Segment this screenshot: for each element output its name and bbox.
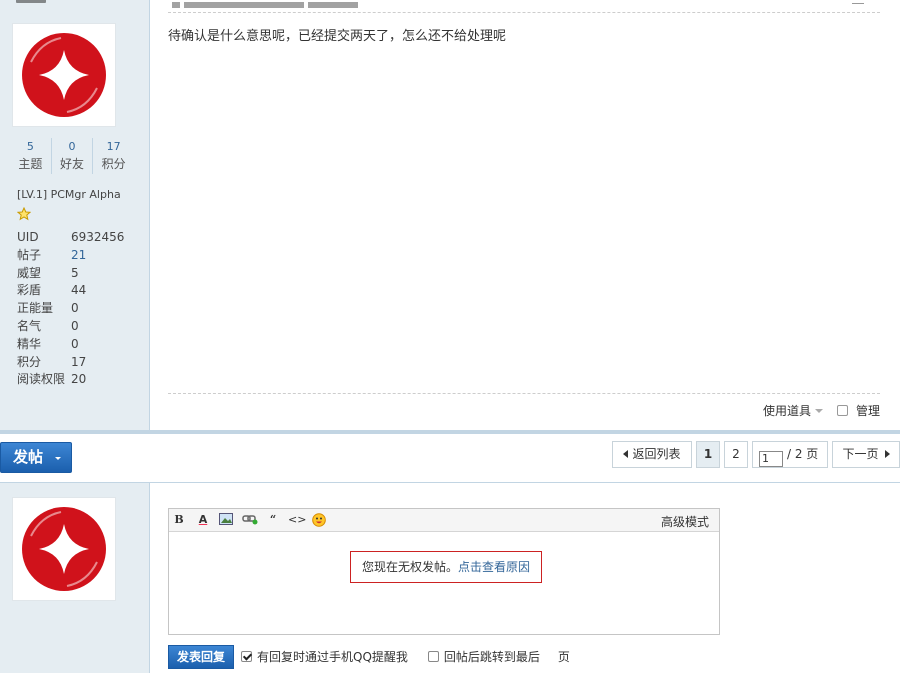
star-icon: [17, 207, 31, 221]
manage-label[interactable]: 管理: [856, 402, 880, 419]
page-1-current[interactable]: 1: [696, 441, 720, 468]
code-icon[interactable]: <>: [288, 513, 306, 527]
info-value: 44: [71, 283, 87, 298]
logo-icon: [22, 33, 106, 117]
info-key: 正能量: [17, 301, 54, 316]
post: 5 主题 0 好友 17 积分 [LV.1] PCMgr Alpha UID 6…: [0, 0, 900, 432]
info-value: 20: [71, 372, 87, 387]
info-key: UID: [17, 230, 39, 244]
bold-icon[interactable]: B: [171, 513, 187, 527]
post-tools: 使用道具 管理: [763, 402, 880, 419]
info-value-posts-link[interactable]: 21: [71, 246, 86, 264]
link-icon[interactable]: [242, 513, 258, 527]
reply-sidebar: [0, 483, 150, 673]
stat-friends[interactable]: 0 好友: [50, 138, 93, 174]
page-jump: 1 / 2 页: [752, 441, 828, 468]
arrow-left-icon: [623, 450, 629, 458]
info-row-essence: 精华 0: [17, 335, 137, 353]
info-key: 精华: [17, 336, 42, 351]
editor-toolbar: B A “ <> 高级模式: [169, 509, 719, 532]
emoji-icon[interactable]: [311, 513, 327, 527]
info-value: 0: [71, 318, 79, 333]
info-key: 威望: [17, 265, 42, 280]
author-stats: 5 主题 0 好友 17 积分: [10, 138, 134, 174]
stat-topics[interactable]: 5 主题: [10, 138, 51, 174]
stat-points-label[interactable]: 积分: [93, 156, 134, 172]
author-sidebar: 5 主题 0 好友 17 积分 [LV.1] PCMgr Alpha UID 6…: [0, 0, 150, 432]
image-icon[interactable]: [218, 513, 234, 527]
quote-icon[interactable]: “: [265, 513, 281, 527]
no-permission-notice: 您现在无权发帖。点击查看原因: [350, 551, 542, 583]
info-value: 0: [71, 336, 79, 351]
info-row-shields: 彩盾 44: [17, 281, 137, 299]
author-name-stub[interactable]: [16, 0, 46, 3]
reply-editor: B A “ <> 高级模式 您现在无权发帖。点击查看原因: [168, 508, 720, 635]
user-rank: [LV.1] PCMgr Alpha: [17, 188, 121, 201]
new-post-label: 发帖: [13, 448, 44, 466]
jump-last-checkbox[interactable]: [427, 651, 439, 662]
post-content: 待确认是什么意思呢，已经提交两天了，怎么还不给处理呢: [168, 29, 507, 44]
info-row-posts: 帖子 21: [17, 246, 137, 264]
view-reason-link[interactable]: 点击查看原因: [458, 560, 530, 574]
info-row-prestige: 威望 5: [17, 264, 137, 282]
page-total: / 2 页: [787, 447, 819, 461]
post-main: 待确认是什么意思呢，已经提交两天了，怎么还不给处理呢 使用道具 管理: [150, 0, 900, 432]
stat-topics-count[interactable]: 5: [10, 138, 51, 156]
manage-checkbox[interactable]: [836, 405, 848, 416]
qq-notify-option[interactable]: 有回复时通过手机QQ提醒我: [241, 648, 408, 665]
page-2-link[interactable]: 2: [724, 441, 748, 468]
back-label: 返回列表: [632, 447, 681, 461]
back-to-list-button[interactable]: 返回列表: [612, 441, 692, 468]
stat-friends-label[interactable]: 好友: [52, 156, 93, 172]
floor-number-stub[interactable]: [852, 0, 864, 4]
submit-reply-button[interactable]: 发表回复: [168, 645, 234, 669]
qq-notify-label: 有回复时通过手机QQ提醒我: [257, 650, 408, 664]
page-suffix: 页: [557, 650, 570, 664]
footer-divider: [168, 393, 880, 394]
info-row-points: 积分 17: [17, 353, 137, 371]
stat-points-count[interactable]: 17: [93, 138, 134, 156]
chevron-down-icon: [55, 457, 61, 460]
jump-last-label: 回帖后跳转到最后: [443, 650, 540, 664]
page-jump-input[interactable]: 1: [759, 451, 783, 467]
section-divider: [0, 430, 900, 434]
next-page-button[interactable]: 下一页: [832, 441, 900, 468]
logo-icon: [22, 507, 106, 591]
stat-points[interactable]: 17 积分: [92, 138, 134, 174]
use-tools-link[interactable]: 使用道具: [763, 402, 811, 419]
info-value: 17: [71, 354, 87, 369]
info-key: 阅读权限: [17, 372, 66, 387]
info-key: 名气: [17, 318, 42, 333]
stat-friends-count[interactable]: 0: [52, 138, 93, 156]
info-value: 0: [71, 301, 79, 316]
chevron-down-icon[interactable]: [814, 408, 823, 413]
notice-text: 您现在无权发帖。: [361, 560, 458, 574]
info-row-read-permission: 阅读权限 20: [17, 370, 137, 388]
avatar[interactable]: [12, 23, 116, 127]
user-info-list: UID 6932456 帖子 21 威望 5 彩盾 44 正能量 0 名气 0: [17, 228, 137, 388]
info-key: 彩盾: [17, 283, 42, 298]
new-post-button[interactable]: 发帖: [0, 442, 72, 473]
qq-notify-checkbox[interactable]: [241, 651, 252, 662]
info-row-positive: 正能量 0: [17, 299, 137, 317]
post-meta-stub: [172, 0, 382, 8]
info-key: 积分: [17, 354, 42, 369]
info-value: 6932456: [71, 230, 125, 244]
info-value: 5: [71, 265, 79, 280]
stat-topics-label[interactable]: 主题: [10, 156, 51, 172]
jump-last-option[interactable]: 回帖后跳转到最后: [427, 648, 540, 665]
info-row-fame: 名气 0: [17, 317, 137, 335]
reply-avatar[interactable]: [12, 497, 116, 601]
font-color-icon[interactable]: A: [195, 513, 211, 527]
arrow-right-icon: [884, 450, 890, 458]
reply-options: 有回复时通过手机QQ提醒我 回帖后跳转到最后 页: [241, 648, 570, 665]
advanced-mode-link[interactable]: 高级模式: [661, 513, 709, 530]
info-key: 帖子: [17, 247, 42, 262]
info-row-uid: UID 6932456: [17, 228, 137, 246]
next-label: 下一页: [842, 447, 879, 461]
header-divider: [168, 12, 880, 13]
